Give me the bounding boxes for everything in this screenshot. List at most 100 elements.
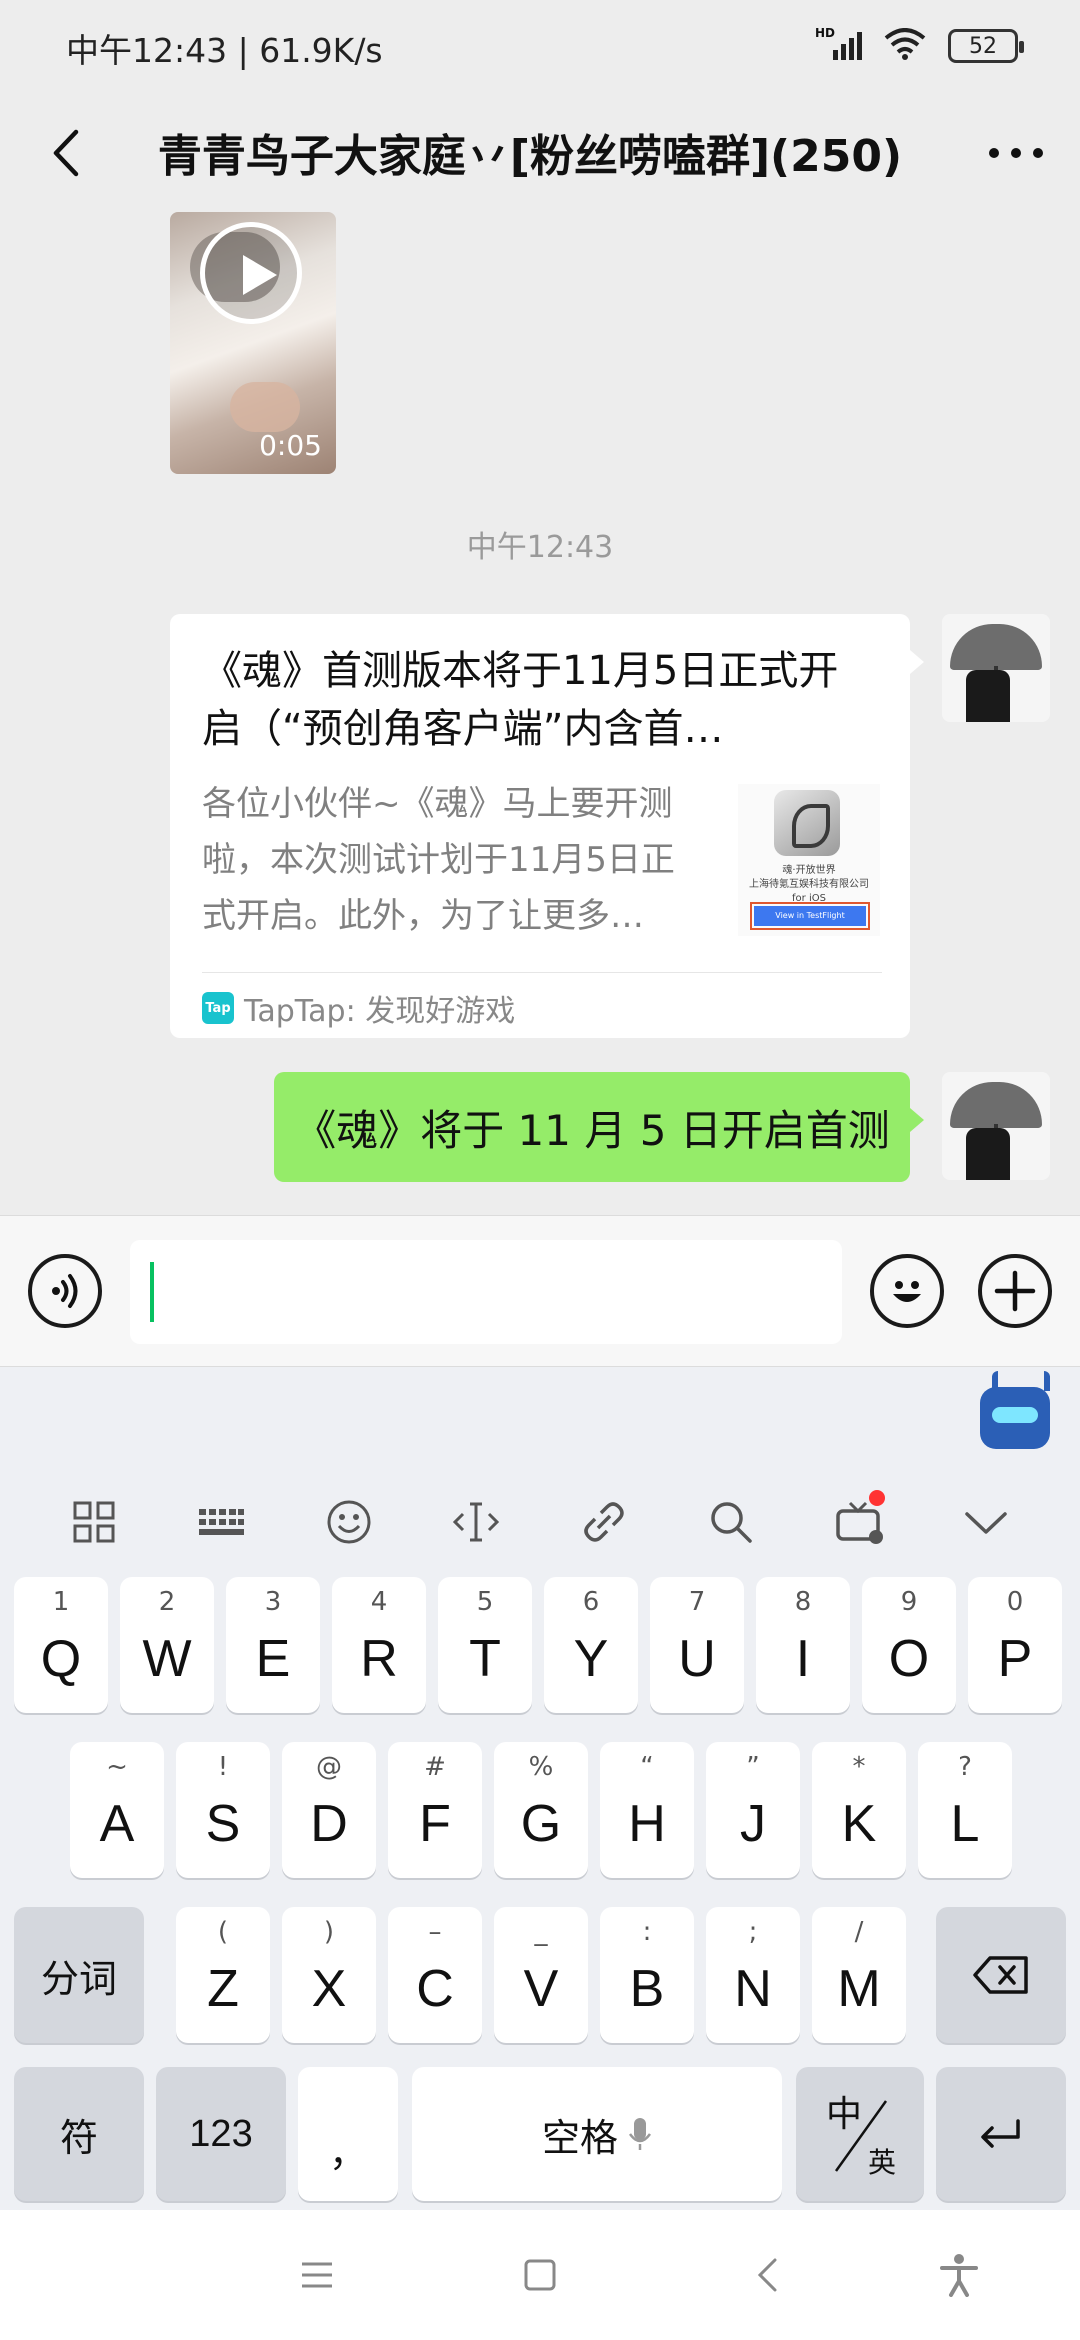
key-w[interactable]: 2W xyxy=(120,1577,214,1713)
key-letter: N xyxy=(734,1960,772,2018)
key-u[interactable]: 7U xyxy=(650,1577,744,1713)
key-hint: 3 xyxy=(264,1587,282,1617)
key-hint: 6 xyxy=(582,1587,600,1617)
key-hint: ? xyxy=(958,1752,972,1782)
clipboard-link-button[interactable] xyxy=(574,1492,634,1552)
key-m[interactable]: / M xyxy=(812,1907,906,2043)
key-t[interactable]: 5T xyxy=(438,1577,532,1713)
symbols-key-label: 符 xyxy=(59,2115,98,2160)
key-x[interactable]: ) X xyxy=(282,1907,376,2043)
key-letter: K xyxy=(841,1795,877,1853)
avatar[interactable] xyxy=(942,614,1050,722)
grid-button[interactable] xyxy=(64,1492,124,1552)
menu-button[interactable] xyxy=(282,2240,352,2310)
thumbnail-caption-line1: 魂·开放世界 xyxy=(782,865,836,876)
comma-key[interactable]: ， xyxy=(298,2067,398,2201)
keyboard-layout-button[interactable] xyxy=(191,1492,251,1552)
key-letter: W xyxy=(142,1630,192,1688)
space-key[interactable]: 空格 xyxy=(412,2067,782,2201)
backspace-key[interactable] xyxy=(936,1907,1066,2043)
emoji-panel-button[interactable] xyxy=(319,1492,379,1552)
system-back-button[interactable] xyxy=(732,2240,802,2310)
key-o[interactable]: 9O xyxy=(862,1577,956,1713)
key-letter: U xyxy=(678,1630,716,1688)
key-f[interactable]: # F xyxy=(388,1742,482,1878)
system-navigation-bar xyxy=(0,2210,1080,2340)
key-n[interactable]: ; N xyxy=(706,1907,800,2043)
key-q[interactable]: 1Q xyxy=(14,1577,108,1713)
emoji-icon xyxy=(893,1281,921,1302)
key-j[interactable]: ” J xyxy=(706,1742,800,1878)
keyboard-icon xyxy=(199,1509,245,1535)
home-button[interactable] xyxy=(505,2240,575,2310)
key-r[interactable]: 4R xyxy=(332,1577,426,1713)
key-hint: ; xyxy=(748,1917,758,1947)
message-input[interactable] xyxy=(130,1240,842,1344)
status-icons: HD 52 xyxy=(815,26,1024,64)
symbols-key[interactable]: 符 xyxy=(14,2067,144,2201)
key-letter: T xyxy=(469,1630,501,1688)
key-c[interactable]: – C xyxy=(388,1907,482,2043)
voice-button[interactable] xyxy=(28,1254,102,1328)
key-letter: H xyxy=(628,1795,666,1853)
search-button[interactable] xyxy=(701,1492,761,1552)
more-button[interactable] xyxy=(976,118,1056,188)
back-button[interactable] xyxy=(30,118,100,188)
key-hint: ) xyxy=(323,1917,335,1947)
key-letter: G xyxy=(520,1795,562,1853)
umbrella-shape xyxy=(950,624,1042,670)
video-message[interactable]: 0:05 xyxy=(170,212,336,474)
key-b[interactable]: :B xyxy=(600,1907,694,2043)
cursor-move-button[interactable] xyxy=(446,1492,506,1552)
key-l[interactable]: ? L xyxy=(918,1742,1012,1878)
avatar[interactable] xyxy=(942,1072,1050,1180)
key-z[interactable]: (Z xyxy=(176,1907,270,2043)
thumbnail-caption: 魂·开放世界 上海待氪互娱科技有限公司 for iOS xyxy=(744,864,874,906)
key-letter: I xyxy=(795,1630,811,1688)
chat-header: 青青鸟子大家庭丷[粉丝唠嗑群](250) xyxy=(0,96,1080,212)
umbrella-shape xyxy=(950,1082,1042,1128)
key-hint: # xyxy=(424,1752,446,1782)
key-a[interactable]: ~ A xyxy=(70,1742,164,1878)
key-v[interactable]: _ V xyxy=(494,1907,588,2043)
key-letter: S xyxy=(205,1795,241,1853)
wifi-icon xyxy=(884,28,926,64)
text-message[interactable]: 《魂》将于 11 月 5 日开启首测 xyxy=(274,1072,924,1182)
key-d[interactable]: @ D xyxy=(282,1742,376,1878)
key-y[interactable]: 6Y xyxy=(544,1577,638,1713)
comma-key-label: ， xyxy=(328,2130,367,2175)
plus-icon xyxy=(994,1270,1036,1312)
key-g[interactable]: % G xyxy=(494,1742,588,1878)
cursor-move-icon xyxy=(453,1502,500,1542)
key-hint: 1 xyxy=(52,1587,70,1617)
key-p[interactable]: 0P xyxy=(968,1577,1062,1713)
key-k[interactable]: * K xyxy=(812,1742,906,1878)
key-h[interactable]: “H xyxy=(600,1742,694,1878)
keyboard: 分词 符 123 ， 空格 。 中 英 1Q2W3E4R5T6Y7U8I9O0P… xyxy=(0,1367,1080,2210)
accessibility-button[interactable] xyxy=(924,2240,994,2310)
notification-dot xyxy=(868,1490,885,1506)
fenci-key[interactable]: 分词 xyxy=(14,1907,144,2043)
language-switch-key[interactable]: 中 英 xyxy=(796,2067,924,2201)
tv-button[interactable] xyxy=(829,1490,889,1552)
numbers-key[interactable]: 123 xyxy=(156,2067,286,2201)
key-letter: M xyxy=(837,1960,881,2018)
key-letter: L xyxy=(950,1795,980,1853)
key-s[interactable]: ! S xyxy=(176,1742,270,1878)
play-icon[interactable] xyxy=(200,222,302,324)
key-e[interactable]: 3E xyxy=(226,1577,320,1713)
emoji-button[interactable] xyxy=(870,1254,944,1328)
chevron-down-icon xyxy=(965,1512,1007,1534)
key-hint: 7 xyxy=(688,1587,706,1617)
key-hint: 9 xyxy=(900,1587,918,1617)
assistant-robot-icon[interactable] xyxy=(980,1371,1050,1449)
add-button[interactable] xyxy=(978,1254,1052,1328)
key-i[interactable]: 8I xyxy=(756,1577,850,1713)
key-hint: ~ xyxy=(106,1752,128,1782)
key-letter: Y xyxy=(573,1630,609,1688)
collapse-keyboard-button[interactable] xyxy=(956,1492,1016,1552)
key-hint: ” xyxy=(746,1752,760,1782)
enter-key[interactable] xyxy=(936,2067,1066,2201)
link-card-message[interactable]: 《魂》首测版本将于11月5日正式开启（“预创角客户端”内含首… 各位小伙伴~《魂… xyxy=(170,614,924,1038)
voice-icon xyxy=(52,1274,78,1308)
